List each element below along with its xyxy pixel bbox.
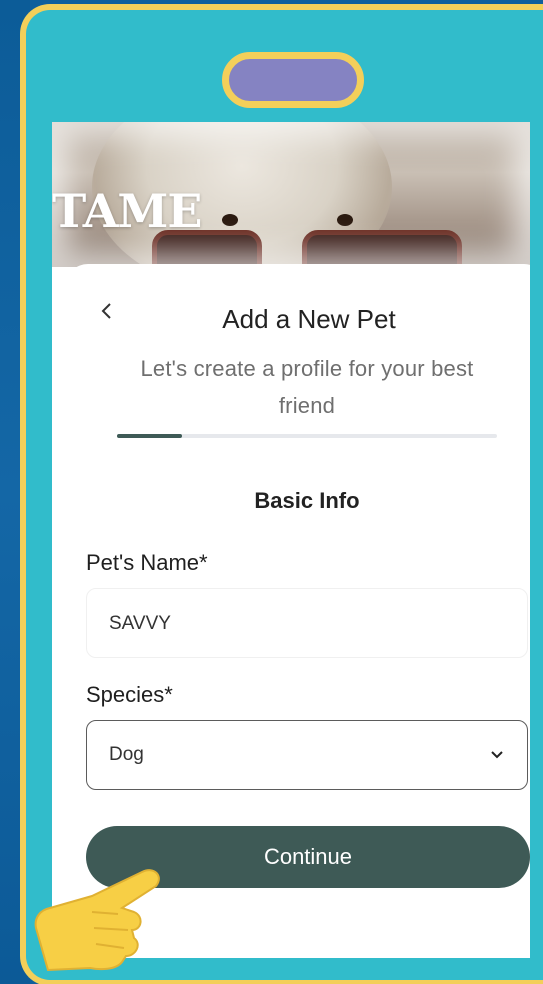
app-screen: TAME Add a New Pet Let's create a profil… xyxy=(52,122,530,958)
brand-logo: TAME xyxy=(52,184,202,238)
chevron-down-icon xyxy=(491,751,503,759)
progress-bar xyxy=(117,434,497,438)
pointing-hand-icon xyxy=(34,869,160,972)
pet-name-value: SAVVY xyxy=(109,613,171,634)
page-title: Add a New Pet xyxy=(222,304,396,334)
species-value: Dog xyxy=(109,744,144,765)
pet-name-input[interactable]: SAVVY xyxy=(86,588,528,658)
progress-bar-fill xyxy=(117,434,182,438)
species-label: Species* xyxy=(86,682,173,707)
section-title: Basic Info xyxy=(254,488,360,513)
pet-name-label: Pet's Name* xyxy=(86,550,208,575)
phone-notch xyxy=(222,52,364,108)
phone-frame: TAME Add a New Pet Let's create a profil… xyxy=(20,4,543,984)
species-select[interactable]: Dog xyxy=(86,720,528,790)
page-subtitle: Let's create a profile for your best fri… xyxy=(140,356,474,418)
